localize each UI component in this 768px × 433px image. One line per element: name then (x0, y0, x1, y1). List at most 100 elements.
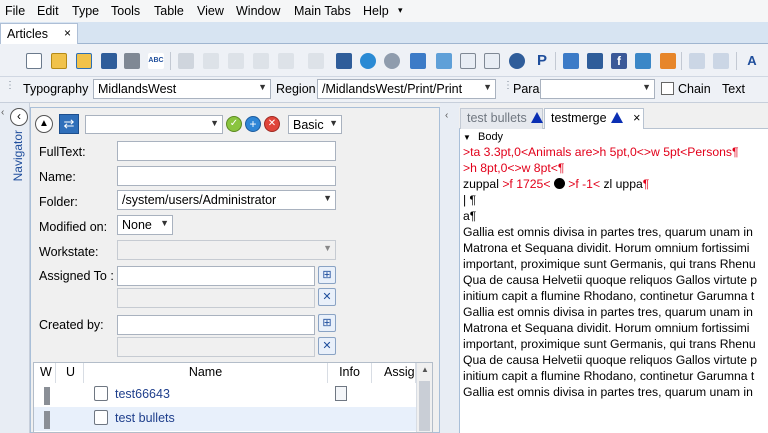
add-icon[interactable]: + (245, 116, 261, 132)
web-search-icon[interactable] (384, 53, 400, 69)
apply-icon[interactable]: ✓ (226, 116, 242, 132)
collapse-icon[interactable]: ▼ (463, 133, 471, 142)
layout-icon[interactable] (484, 53, 500, 69)
social-share-icon[interactable] (563, 53, 579, 69)
open-folder-icon[interactable] (51, 53, 67, 69)
spellcheck-icon[interactable]: ABC (148, 53, 164, 69)
search-mode-select[interactable]: Basic ▼ (288, 115, 342, 134)
column-header-info[interactable]: Info (328, 363, 372, 383)
web-page-icon[interactable] (509, 53, 525, 69)
column-header-w[interactable]: W (34, 363, 56, 383)
chevron-down-icon: ▼ (642, 82, 651, 92)
tab-test-bullets-label: test bullets (467, 111, 527, 125)
new-document-icon[interactable] (26, 53, 42, 69)
print-icon[interactable] (124, 53, 140, 69)
pin-icon[interactable]: ‹ (1, 107, 4, 118)
para-select[interactable]: ▼ (540, 79, 655, 99)
modified-label: Modified on: (39, 220, 108, 234)
created-input[interactable] (117, 315, 315, 335)
column-header-name[interactable]: Name (84, 363, 328, 383)
menu-overflow-icon[interactable]: ▾ (398, 5, 403, 16)
panel-splitter[interactable]: ‹ (440, 103, 460, 433)
align-icon[interactable] (689, 53, 705, 69)
delete-icon[interactable]: ✕ (264, 116, 280, 132)
info-icon[interactable] (335, 386, 347, 401)
clear-creator-icon[interactable]: ✕ (318, 337, 336, 355)
save-icon[interactable] (101, 53, 117, 69)
edit-properties-icon[interactable] (410, 53, 426, 69)
facebook-icon[interactable]: f (611, 53, 627, 69)
scroll-up-icon[interactable]: ▲ (421, 365, 429, 374)
scroll-thumb[interactable] (419, 381, 430, 431)
folder-select[interactable]: /system/users/Administrator ▼ (117, 190, 336, 210)
menu-view[interactable]: View (197, 4, 224, 18)
redo-icon[interactable] (278, 53, 294, 69)
paste-icon[interactable] (228, 53, 244, 69)
typography-select[interactable]: MidlandsWest ▼ (93, 79, 271, 99)
menu-table[interactable]: Table (154, 4, 184, 18)
region-select[interactable]: /MidlandsWest/Print/Print ▼ (317, 79, 496, 99)
close-icon[interactable]: × (633, 111, 640, 125)
binoculars-icon[interactable] (336, 53, 352, 69)
folder-value: /system/users/Administrator (122, 193, 277, 207)
image-icon[interactable] (436, 53, 452, 69)
tab-testmerge[interactable]: testmerge × (544, 108, 644, 129)
select-creator-icon[interactable]: ⊞ (318, 314, 336, 332)
copy-icon[interactable] (203, 53, 219, 69)
menu-window[interactable]: Window (236, 4, 280, 18)
open-recent-icon[interactable] (76, 53, 92, 69)
workstate-select[interactable]: ▼ (117, 240, 336, 260)
saved-search-select[interactable]: ▼ (85, 115, 223, 134)
undo-icon[interactable] (253, 53, 269, 69)
typography-value: MidlandsWest (98, 82, 177, 96)
menu-help[interactable]: Help (363, 4, 389, 18)
distribute-icon[interactable] (713, 53, 729, 69)
select-user-icon[interactable]: ⊞ (318, 266, 336, 284)
globe-icon[interactable] (360, 53, 376, 69)
navigator-label[interactable]: Navigator (11, 130, 25, 181)
tab-test-bullets[interactable]: test bullets (460, 108, 543, 129)
font-style-icon[interactable]: A (744, 53, 760, 69)
refresh-icon[interactable]: ⇄ (59, 114, 79, 134)
text-line: important, proximique sunt Germanis, qui… (463, 337, 756, 351)
modified-select[interactable]: None ▼ (117, 215, 173, 235)
menu-edit[interactable]: Edit (37, 4, 59, 18)
text-line: | ¶ (463, 193, 477, 207)
table-row[interactable]: test66643 (34, 383, 416, 407)
cut-icon[interactable] (178, 53, 194, 69)
tab-articles[interactable]: Articles × (0, 23, 78, 44)
column-header-u[interactable]: U (56, 363, 84, 383)
text-line: >h 8pt,0<>w 8pt<¶ (463, 161, 565, 175)
menu-main-tabs[interactable]: Main Tabs (294, 4, 351, 18)
collapse-left-icon[interactable]: ‹ (10, 108, 28, 126)
chevron-up-icon[interactable]: ▲ (35, 115, 53, 133)
column-header-assigned[interactable]: Assig (372, 363, 416, 383)
table-row[interactable]: test bullets (34, 407, 416, 431)
section-header[interactable]: ▼ Body (463, 131, 503, 143)
twitter-icon[interactable] (635, 53, 651, 69)
menu-type[interactable]: Type (72, 4, 99, 18)
blogger-icon[interactable] (660, 53, 676, 69)
close-icon[interactable]: × (64, 26, 71, 40)
clear-user-icon[interactable]: ✕ (318, 288, 336, 306)
window-icon[interactable] (587, 53, 603, 69)
assigned-input[interactable] (117, 266, 315, 286)
menu-tools[interactable]: Tools (111, 4, 140, 18)
name-input[interactable] (117, 166, 336, 186)
menu-bar: File Edit Type Tools Table View Window M… (0, 0, 768, 22)
toolbar-separator (681, 52, 682, 70)
chain-checkbox[interactable] (661, 82, 674, 95)
text-editor[interactable]: ▼ Body >ta 3.3pt,0<Animals are>h 5pt,0<>… (462, 130, 768, 433)
find-replace-icon[interactable] (308, 53, 324, 69)
text-line: Gallia est omnis divisa in partes tres, … (463, 305, 753, 319)
chevron-left-icon[interactable]: ‹ (445, 110, 448, 121)
text-line: Qua de causa Helvetii quoque reliquos Ga… (463, 273, 758, 287)
publish-p-icon[interactable]: P (534, 53, 550, 69)
fulltext-input[interactable] (117, 141, 336, 161)
page-icon[interactable] (460, 53, 476, 69)
name-label: Name: (39, 170, 76, 184)
menu-file[interactable]: File (5, 4, 25, 18)
results-scrollbar[interactable]: ▲ (416, 363, 432, 432)
workstate-label: Workstate: (39, 245, 99, 259)
status-marker (44, 387, 50, 405)
